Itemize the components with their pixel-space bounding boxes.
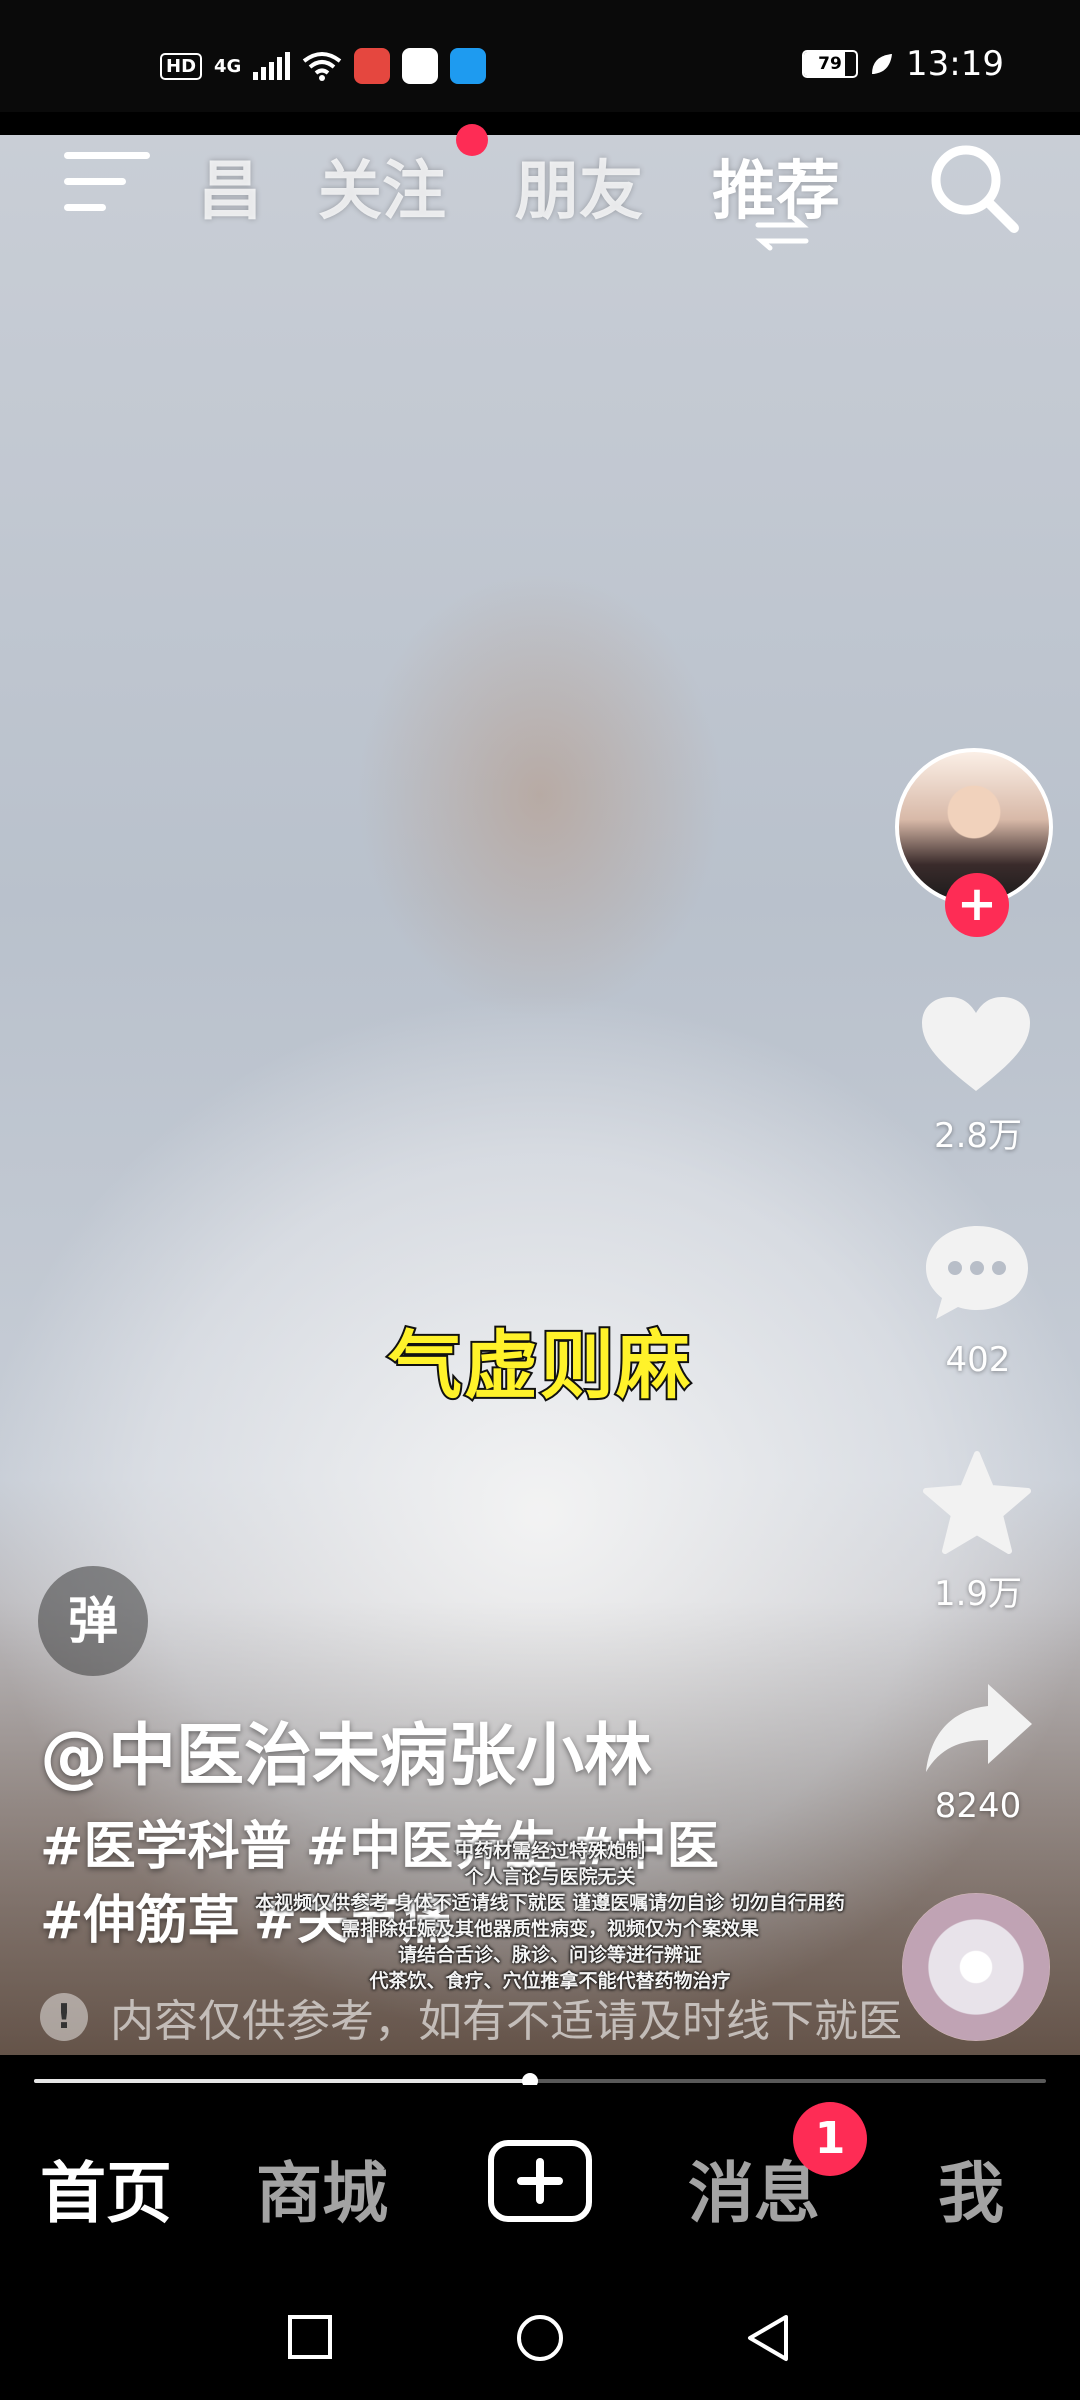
disclaimer-line: 个人言论与医院无关 <box>464 1866 636 1888</box>
clock: 13:19 <box>906 44 1004 84</box>
comment-icon[interactable] <box>922 1222 1032 1322</box>
disclaimer-line: 请结合舌诊、脉诊、问诊等进行辨证 <box>397 1944 702 1966</box>
video-disclaimer: 中药材需经过特殊炮制 个人言论与医院无关 本视频仅供参考 身体不适请线下就医 谨… <box>190 1838 910 1994</box>
signal-icon <box>253 52 291 80</box>
huawei-app-icon <box>354 48 391 84</box>
battery-level: 79 <box>818 54 842 74</box>
video-progress-bar[interactable] <box>34 2073 1046 2089</box>
message-badge: 1 <box>793 2102 867 2176</box>
progress-fill <box>34 2079 530 2083</box>
tab-city[interactable]: 昌 <box>198 140 262 232</box>
circle-icon[interactable] <box>515 2313 565 2363</box>
tab-mall[interactable]: 商城 <box>256 2140 388 2236</box>
status-left: HD 4G <box>160 48 487 84</box>
plus-icon <box>517 2158 563 2204</box>
leaf-icon <box>872 54 893 74</box>
alert-icon: ! <box>40 1993 88 2041</box>
favorite-count: 1.9万 <box>933 1574 1023 1614</box>
like-count: 2.8万 <box>933 1116 1023 1156</box>
notice-text: 内容仅供参考，如有不适请及时线下就医 <box>110 1996 902 2047</box>
create-button[interactable] <box>488 2140 592 2222</box>
tab-following[interactable]: 关注 <box>318 140 446 232</box>
share-icon[interactable] <box>922 1680 1034 1776</box>
disclaimer-line: 需排除妊娠及其他器质性病变，视频仅为个案效果 <box>340 1918 759 1940</box>
star-icon[interactable] <box>922 1450 1032 1556</box>
notification-dot <box>456 124 488 156</box>
search-app-icon <box>450 48 487 84</box>
content-notice[interactable]: ! 内容仅供参考，如有不适请及时线下就医 <box>40 1985 902 2049</box>
back-triangle-icon[interactable] <box>744 2313 792 2363</box>
disclaimer-line: 本视频仅供参考 身体不适请线下就医 谨遵医嘱请勿自诊 切勿自行用药 <box>255 1892 845 1914</box>
tab-home[interactable]: 首页 <box>40 2140 172 2236</box>
tab-me[interactable]: 我 <box>938 2140 1004 2236</box>
switch-icon[interactable] <box>752 215 812 251</box>
screen: HD 4G 79 13:19 昌 关注 朋友 推荐 气虚则麻 + 2.8万 40… <box>0 0 1080 2400</box>
status-right: 79 13:19 <box>802 44 1004 84</box>
hd-badge: HD <box>160 52 203 80</box>
comment-count: 402 <box>945 1340 1011 1380</box>
danmaku-toggle-button[interactable]: 弹 <box>38 1566 148 1676</box>
menu-icon[interactable] <box>64 150 150 214</box>
video-subtitle: 气虚则麻 <box>386 1321 692 1411</box>
tab-friends[interactable]: 朋友 <box>515 140 643 232</box>
battery-icon: 79 <box>802 50 859 78</box>
share-count: 8240 <box>934 1786 1022 1826</box>
heart-icon[interactable] <box>920 995 1032 1095</box>
search-icon[interactable] <box>926 140 1022 236</box>
red-app-icon <box>402 48 439 84</box>
square-icon[interactable] <box>286 2313 334 2361</box>
network-label: 4G <box>214 55 242 77</box>
follow-button[interactable]: + <box>945 873 1009 937</box>
disclaimer-line: 中药材需经过特殊炮制 <box>454 1840 645 1862</box>
wifi-icon <box>303 52 342 81</box>
music-disc-icon[interactable] <box>902 1893 1050 2041</box>
author-name[interactable]: @中医治未病张小林 <box>40 1700 652 1799</box>
status-bar: HD 4G 79 13:19 <box>0 0 1080 112</box>
